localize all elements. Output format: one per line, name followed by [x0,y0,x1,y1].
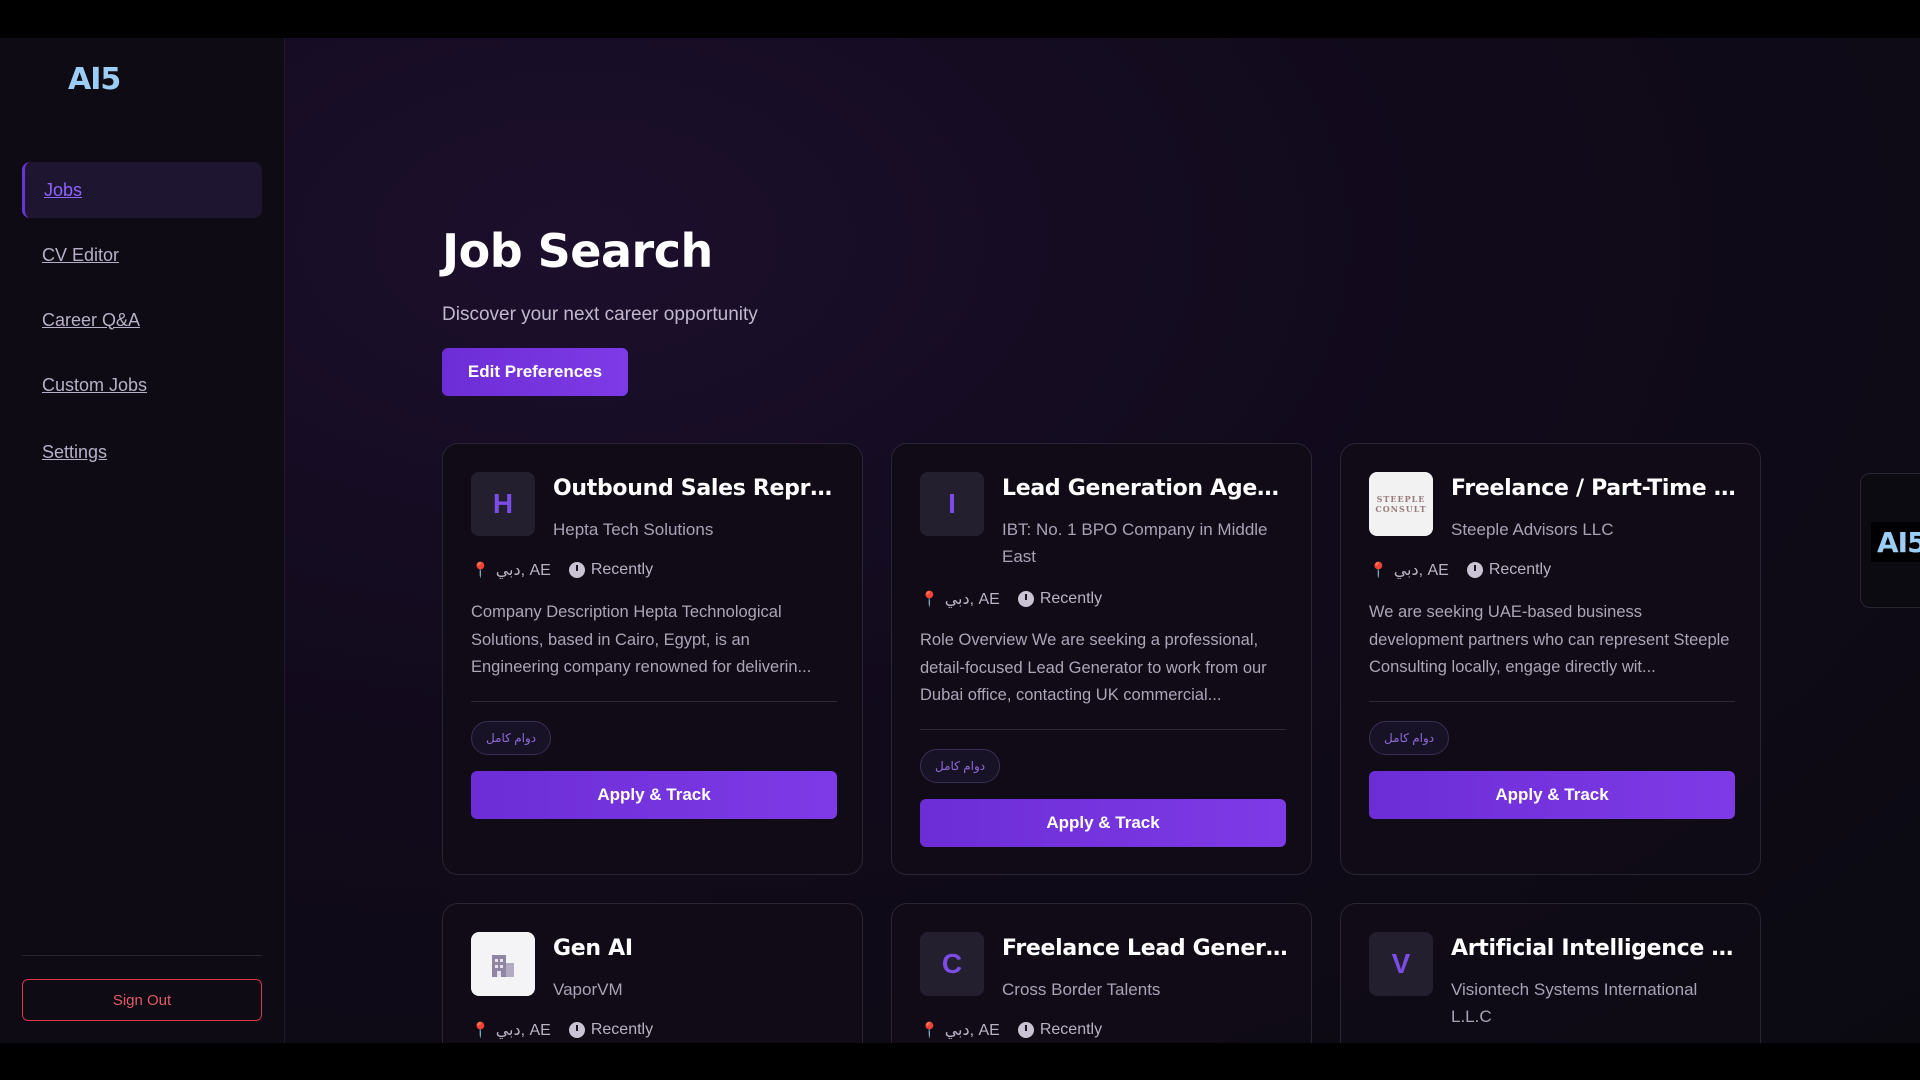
map-pin-icon: 📍 [471,562,490,579]
company-avatar: C [920,932,984,996]
apply-track-button[interactable]: Apply & Track [1369,771,1735,819]
sidebar-item-label: Career Q&A [42,309,141,330]
sidebar-item-custom-jobs[interactable]: Custom Jobs [22,357,262,413]
job-title[interactable]: Freelance / Part-Time Le... [1451,476,1741,501]
sidebar-item-label: CV Editor [42,244,120,265]
company-logo: STEEPLE CONSULT [1369,472,1433,536]
page-title: Job Search [442,224,713,278]
card-divider [1369,701,1735,702]
page-subtitle: Discover your next career opportunity [442,304,758,325]
company-name: Visiontech Systems International L.L.C [1451,980,1698,1026]
browser-top-bar [0,0,1920,38]
job-location: دبي, AE [944,1022,1000,1039]
job-title[interactable]: Gen AI [553,936,843,961]
edit-preferences-button[interactable]: Edit Preferences [442,348,628,396]
company-name: Cross Border Talents [1002,980,1161,999]
job-description: We are seeking UAE-based business develo… [1369,603,1730,676]
job-type-badge: دوام كامل [920,749,1001,783]
clock-icon [568,562,585,578]
app-logo[interactable]: AI5 [68,62,121,97]
job-location: دبي, AE [1393,562,1449,579]
job-description: Role Overview We are seeking a professio… [920,631,1267,704]
map-pin-icon: 📍 [920,591,939,608]
job-title[interactable]: Artificial Intelligence - Le... [1451,936,1741,961]
job-description: Company Description Hepta Technological … [471,603,812,676]
job-posted: Recently [1488,561,1552,578]
sidebar-item-label: Custom Jobs [42,374,148,395]
company-name: Hepta Tech Solutions [553,520,714,539]
company-avatar: H [471,472,535,536]
map-pin-icon: 📍 [920,1022,939,1039]
company-name: Steeple Advisors LLC [1451,520,1614,539]
sidebar-divider [22,955,262,956]
card-divider [920,729,1286,730]
job-posted: Recently [1039,590,1103,607]
job-meta: 📍 دبي, AE Recently [471,560,653,580]
sidebar-item-label: Jobs [44,179,83,200]
job-card: Gen AI VaporVM 📍 دبي, AE Recently [442,903,863,1043]
job-title[interactable]: Lead Generation Agents [1002,476,1292,501]
clock-icon [568,1022,585,1038]
job-location: دبي, AE [944,591,1000,608]
card-divider [471,701,837,702]
sidebar-item-jobs[interactable]: Jobs [22,162,262,218]
job-meta: 📍 دبي, AE Recently [471,1020,653,1040]
apply-track-button[interactable]: Apply & Track [920,799,1286,847]
sign-out-button[interactable]: Sign Out [22,979,262,1021]
job-posted: Recently [1039,1021,1103,1038]
assistant-widget[interactable]: AI5 [1860,473,1920,608]
app-window: AI5 Jobs CV Editor Career Q&A Custom Job… [0,38,1920,1043]
job-card: I Lead Generation Agents IBT: No. 1 BPO … [891,443,1312,875]
sidebar: AI5 Jobs CV Editor Career Q&A Custom Job… [0,38,285,1043]
job-meta: 📍 دبي, AE Recently [920,589,1102,609]
job-card: H Outbound Sales Represen... Hepta Tech … [442,443,863,875]
job-meta: 📍 دبي, AE Recently [920,1020,1102,1040]
apply-track-button[interactable]: Apply & Track [471,771,837,819]
clock-icon [1466,562,1483,578]
building-icon [492,955,514,977]
job-type-badge: دوام كامل [1369,721,1450,755]
company-name: VaporVM [553,980,623,999]
sidebar-item-cv-editor[interactable]: CV Editor [22,227,262,283]
job-location: دبي, AE [495,1022,551,1039]
company-logo [471,932,535,996]
job-posted: Recently [590,561,654,578]
map-pin-icon: 📍 [1369,562,1388,579]
sidebar-item-settings[interactable]: Settings [22,424,262,480]
company-avatar: V [1369,932,1433,996]
company-avatar: I [920,472,984,536]
job-title[interactable]: Freelance Lead Generati... [1002,936,1292,961]
job-title[interactable]: Outbound Sales Represen... [553,476,843,501]
job-posted: Recently [590,1021,654,1038]
job-location: دبي, AE [495,562,551,579]
browser-bottom-bar [0,1043,1920,1080]
job-card: STEEPLE CONSULT Freelance / Part-Time Le… [1340,443,1761,875]
company-name: IBT: No. 1 BPO Company in Middle East [1002,520,1268,566]
job-card: V Artificial Intelligence - Le... Vision… [1340,903,1761,1043]
job-card: C Freelance Lead Generati... Cross Borde… [891,903,1312,1043]
sidebar-item-label: Settings [42,441,108,462]
widget-logo: AI5 [1871,522,1920,562]
map-pin-icon: 📍 [471,1022,490,1039]
job-meta: 📍 دبي, AE Recently [1369,560,1551,580]
job-type-badge: دوام كامل [471,721,552,755]
clock-icon [1017,1022,1034,1038]
clock-icon [1017,591,1034,607]
sidebar-item-career-qa[interactable]: Career Q&A [22,292,262,348]
